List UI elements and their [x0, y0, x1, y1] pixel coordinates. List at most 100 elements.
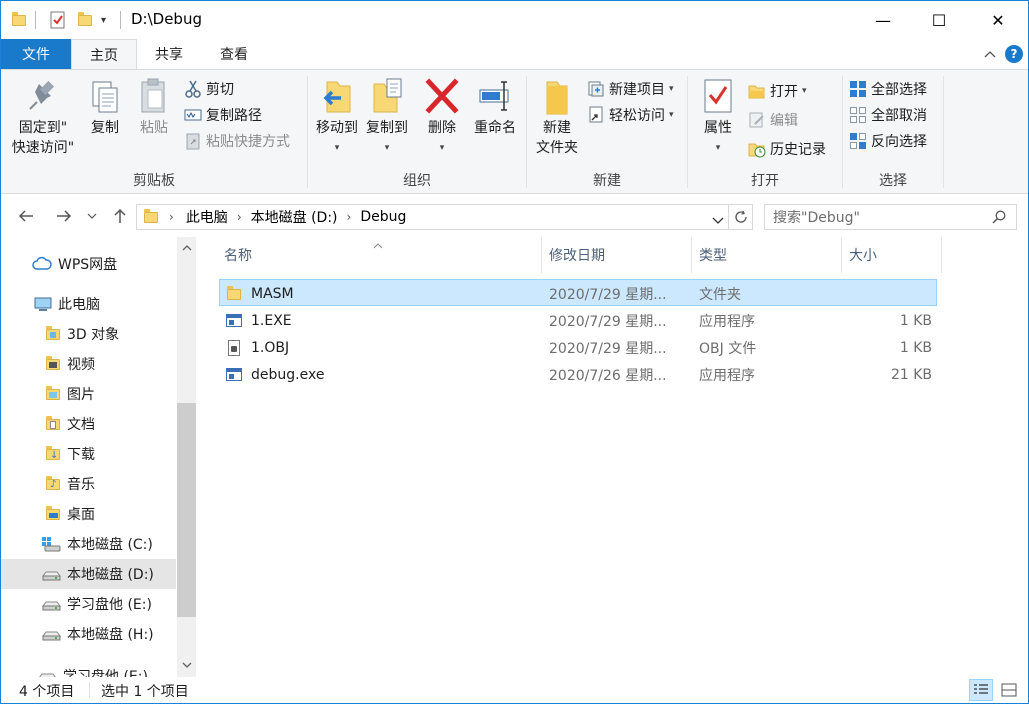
- maximize-button[interactable]: ☐: [916, 1, 962, 39]
- paste-shortcut-icon: [184, 132, 202, 150]
- history-button[interactable]: 历史记录: [748, 137, 826, 161]
- file-size: 1 KB: [899, 312, 932, 329]
- properties-button[interactable]: 属性 ▾: [698, 76, 738, 158]
- table-row[interactable]: 1.EXE 2020/7/29 星期... 应用程序 1 KB: [219, 307, 937, 334]
- search-input[interactable]: 搜索"Debug": [764, 204, 1017, 230]
- delete-icon: [424, 76, 460, 116]
- tab-view[interactable]: 查看: [204, 39, 264, 69]
- nav-item-documents[interactable]: 文档: [1, 409, 176, 439]
- item-count: 4 个项目: [19, 684, 75, 700]
- easy-access-button[interactable]: 轻松访问 ▾: [587, 103, 674, 127]
- search-icon: [992, 210, 1006, 228]
- organize-group-label: 组织: [403, 173, 431, 189]
- nav-item-drive-d[interactable]: 本地磁盘 (D:): [1, 559, 176, 589]
- copy-path-button[interactable]: 复制路径: [184, 103, 262, 127]
- nav-item-drive-c[interactable]: 本地磁盘 (C:): [1, 529, 176, 559]
- close-button[interactable]: ✕: [975, 1, 1021, 39]
- tab-file[interactable]: 文件: [1, 39, 71, 69]
- new-item-icon: [587, 80, 605, 98]
- table-row[interactable]: debug.exe 2020/7/26 星期... 应用程序 21 KB: [219, 361, 937, 388]
- copy-to-button[interactable]: 复制到 ▾: [364, 76, 410, 158]
- paste-button[interactable]: 粘贴: [134, 76, 174, 138]
- address-row: › 此电脑 › 本地磁盘 (D:) › Debug 搜索"Debug": [1, 195, 1028, 237]
- invert-selection-button[interactable]: 反向选择: [849, 129, 927, 153]
- table-row[interactable]: 1.OBJ 2020/7/29 星期... OBJ 文件 1 KB: [219, 334, 937, 361]
- up-button[interactable]: [108, 205, 132, 227]
- chevron-right-icon: ›: [346, 210, 352, 224]
- file-modified: 2020/7/29 星期...: [549, 313, 667, 330]
- nav-item-desktop[interactable]: 桌面: [1, 499, 176, 529]
- divider: [89, 682, 90, 698]
- address-dropdown-icon[interactable]: [712, 213, 724, 229]
- paste-shortcut-button[interactable]: 粘贴快捷方式: [184, 129, 290, 153]
- file-name: MASM: [251, 285, 294, 302]
- copy-to-icon: [369, 76, 405, 116]
- nav-item-network-e[interactable]: 学习盘他 (E:): [1, 661, 176, 677]
- scroll-up-icon[interactable]: [177, 238, 196, 257]
- select-none-button[interactable]: 全部取消: [849, 103, 927, 127]
- column-header-name[interactable]: 名称: [217, 237, 542, 273]
- delete-button[interactable]: 删除 ▾: [422, 76, 462, 158]
- breadcrumb-debug[interactable]: Debug: [360, 209, 406, 225]
- recent-locations-button[interactable]: [84, 205, 100, 227]
- documents-icon: [45, 416, 61, 432]
- edit-button[interactable]: 编辑: [748, 108, 798, 132]
- title-bar: ▾ D:\Debug — ☐ ✕: [1, 1, 1028, 39]
- nav-item-music[interactable]: ♪ 音乐: [1, 469, 176, 499]
- tab-share[interactable]: 共享: [139, 39, 199, 69]
- move-to-button[interactable]: 移动到 ▾: [314, 76, 360, 158]
- breadcrumb-this-pc[interactable]: 此电脑: [186, 207, 228, 227]
- window-title: D:\Debug: [131, 10, 202, 28]
- cut-button[interactable]: 剪切: [184, 77, 234, 101]
- scroll-down-icon[interactable]: [177, 655, 196, 674]
- copy-path-icon: [184, 106, 202, 124]
- rename-icon: [477, 76, 513, 116]
- new-folder-button[interactable]: 新建 文件夹: [531, 76, 583, 158]
- help-icon[interactable]: ?: [1004, 39, 1024, 69]
- scissors-icon: [184, 80, 202, 98]
- new-item-button[interactable]: 新建项目 ▾: [587, 77, 674, 101]
- nav-item-drive-h[interactable]: 本地磁盘 (H:): [1, 619, 176, 649]
- nav-scrollbar-thumb[interactable]: [177, 403, 196, 617]
- new-folder-quick-access-icon[interactable]: [77, 10, 93, 30]
- nav-item-downloads[interactable]: ↓ 下载: [1, 439, 176, 469]
- copy-button[interactable]: 复制: [85, 76, 125, 138]
- details-view-button[interactable]: [969, 679, 993, 701]
- customize-quick-access-icon[interactable]: ▾: [101, 10, 106, 30]
- tab-home[interactable]: 主页: [71, 39, 137, 70]
- nav-item-pictures[interactable]: 图片: [1, 379, 176, 409]
- back-button[interactable]: [14, 205, 38, 227]
- ribbon: 固定到" 快速访问" 复制 粘贴 剪切 复制路径 粘贴快捷方式 剪贴板 移动到 …: [1, 69, 1028, 194]
- nav-item-3d-objects[interactable]: 3D 对象: [1, 319, 176, 349]
- forward-button[interactable]: [52, 205, 76, 227]
- column-header-size[interactable]: 大小: [842, 237, 942, 273]
- nav-item-drive-e[interactable]: 学习盘他 (E:): [1, 589, 176, 619]
- rename-button[interactable]: 重命名: [468, 76, 522, 138]
- file-name: 1.EXE: [251, 312, 292, 329]
- select-all-button[interactable]: 全部选择: [849, 77, 927, 101]
- collapse-ribbon-icon[interactable]: [979, 39, 1001, 69]
- minimize-button[interactable]: —: [860, 1, 906, 39]
- open-button[interactable]: 打开 ▾: [748, 79, 807, 103]
- pin-quick-access-button[interactable]: 固定到" 快速访问": [9, 76, 77, 158]
- refresh-icon[interactable]: [728, 205, 752, 229]
- large-icons-view-button[interactable]: [997, 679, 1021, 701]
- nav-item-videos[interactable]: 视频: [1, 349, 176, 379]
- file-name: 1.OBJ: [251, 339, 290, 356]
- nav-item-wps-cloud[interactable]: WPS网盘: [1, 249, 176, 279]
- breadcrumb-drive-d[interactable]: 本地磁盘 (D:): [251, 207, 338, 227]
- downloads-icon: ↓: [45, 446, 61, 462]
- clipboard-group-label: 剪贴板: [133, 173, 175, 189]
- status-bar: 4 个项目 选中 1 个项目: [1, 677, 1028, 703]
- column-header-type[interactable]: 类型: [692, 237, 842, 273]
- 3d-objects-icon: [45, 326, 61, 342]
- file-name: debug.exe: [251, 366, 325, 383]
- nav-item-this-pc[interactable]: 此电脑: [1, 289, 176, 319]
- music-icon: ♪: [45, 476, 61, 492]
- address-bar[interactable]: › 此电脑 › 本地磁盘 (D:) › Debug: [136, 204, 753, 230]
- folder-icon: [11, 10, 27, 30]
- column-header-modified[interactable]: 修改日期: [542, 237, 692, 273]
- properties-quick-access-icon[interactable]: [50, 10, 66, 30]
- table-row[interactable]: MASM 2020/7/29 星期... 文件夹: [219, 279, 937, 306]
- open-icon: [748, 82, 766, 100]
